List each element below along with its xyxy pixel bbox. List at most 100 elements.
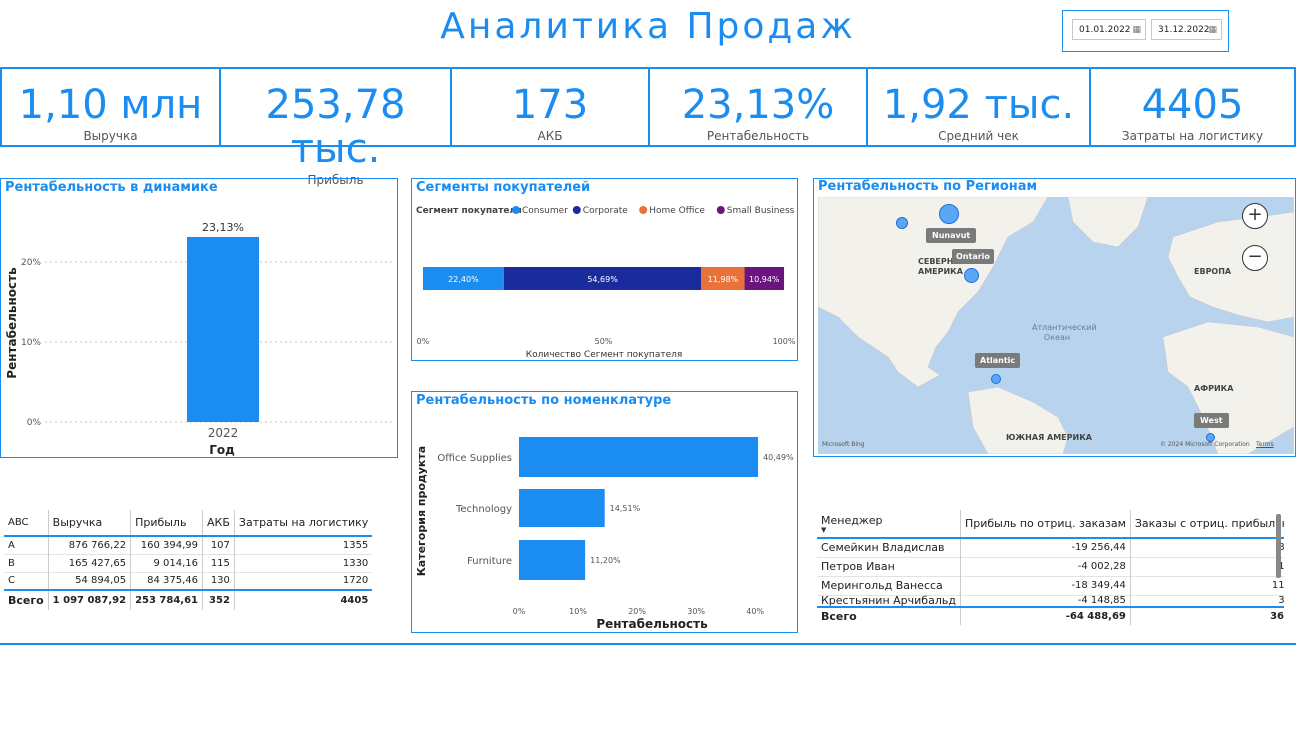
y-axis-label: Категория продукта xyxy=(415,446,428,576)
table-cell: B xyxy=(8,557,15,569)
y-tick-label: 0% xyxy=(27,418,42,428)
column-header[interactable]: Выручка xyxy=(47,510,131,536)
table-row[interactable]: Крестьянин Арчибальд -4 148,85 37 xyxy=(817,595,1284,607)
map-bubble-nunavut[interactable] xyxy=(939,204,959,224)
bar xyxy=(519,540,586,580)
table-cell: -4 148,85 xyxy=(959,595,1131,607)
column-header[interactable]: Менеджер ▼ xyxy=(817,510,960,538)
x-axis-label: Год xyxy=(209,443,235,457)
column-header[interactable]: ABC xyxy=(4,510,48,536)
column-header-label: Менеджер xyxy=(821,514,883,527)
x-tick-label: 2022 xyxy=(208,426,239,440)
table-cell: 83 xyxy=(1129,538,1284,557)
kpi-card-logistics: 4405 Затраты на логистику xyxy=(1089,67,1296,147)
data-label: 23,13% xyxy=(202,221,244,234)
table-row[interactable]: Семейкин Владислав -19 256,44 83 xyxy=(817,538,1284,557)
table-cell: Всего xyxy=(821,610,857,623)
kpi-value: 173 xyxy=(511,82,589,128)
zoom-in-button[interactable]: + xyxy=(1242,203,1268,229)
legend-label: Small Business xyxy=(727,206,795,216)
map-bubble[interactable] xyxy=(896,217,908,229)
bar xyxy=(187,236,259,422)
kpi-card-margin: 23,13% Рентабельность xyxy=(648,67,868,147)
chart-title: Рентабельность по Регионам xyxy=(818,179,1038,194)
date-to-input[interactable]: 31.12.2022 ▦ xyxy=(1151,19,1222,40)
table-cell: -19 256,44 xyxy=(959,538,1131,557)
table-cell: 160 394,99 xyxy=(130,536,203,554)
map-terms-link[interactable]: Terms xyxy=(1256,441,1274,448)
column-header[interactable]: Заказы с отриц. прибылью xyxy=(1129,510,1284,538)
bing-logo: Microsoft Bing xyxy=(822,441,865,448)
kpi-card-revenue: 1,10 млн Выручка xyxy=(0,67,221,147)
table-cell: 352 xyxy=(202,590,235,610)
x-tick-label: 20% xyxy=(628,607,646,616)
table-row[interactable]: Петров Иван -4 002,28 17 xyxy=(817,557,1284,576)
map-bubble-ontario[interactable] xyxy=(964,268,979,283)
table-row[interactable]: Мерингольд Ванесса -18 349,44 114 xyxy=(817,576,1284,595)
x-tick-label: 0% xyxy=(513,607,526,616)
table-cell: 1355 xyxy=(233,536,373,554)
table-cell: C xyxy=(8,575,15,587)
kpi-value: 253,78 тыс. xyxy=(265,82,406,172)
table-row[interactable]: A 876 766,22 160 394,99 107 1355 xyxy=(4,536,373,554)
table-cell: 37 xyxy=(1129,595,1284,607)
sort-descending-icon[interactable]: ▼ xyxy=(821,527,956,534)
table-cell: 4405 xyxy=(233,590,373,610)
legend-label: Consumer xyxy=(522,206,568,216)
map-canvas[interactable]: СЕВЕРНАЯ АМЕРИКА ЕВРОПА Атлантический Ок… xyxy=(818,197,1294,454)
column-header[interactable]: Затраты на логистику xyxy=(233,510,373,536)
column-header[interactable]: Прибыль по отриц. заказам xyxy=(959,510,1131,538)
data-label: 11,20% xyxy=(590,556,621,565)
table-cell: -4 002,28 xyxy=(959,557,1131,576)
table-cell: 1 097 087,92 xyxy=(47,590,131,610)
x-tick-label: 10% xyxy=(569,607,587,616)
column-header[interactable]: АКБ xyxy=(202,510,235,536)
bar xyxy=(519,489,605,527)
table-cell: 876 766,22 xyxy=(47,536,131,554)
map-label-europe: ЕВРОПА xyxy=(1194,267,1232,276)
table-row[interactable]: B 165 427,65 9 014,16 115 1330 xyxy=(4,554,373,572)
kpi-value: 1,10 млн xyxy=(18,82,203,128)
y-tick-label: 10% xyxy=(21,338,41,348)
data-label: 54,69% xyxy=(587,275,618,284)
table-cell: 17 xyxy=(1129,557,1284,576)
column-header[interactable]: Прибыль xyxy=(130,510,203,536)
y-axis-label: Рентабельность xyxy=(5,267,19,379)
category-chart: Категория продукта Рентабельность 40,49%… xyxy=(415,437,794,631)
kpi-card-akb: 173 АКБ xyxy=(450,67,650,147)
kpi-value: 4405 xyxy=(1141,82,1244,128)
bar xyxy=(519,437,759,477)
date-from-input[interactable]: 01.01.2022 ▦ xyxy=(1072,19,1146,40)
y-tick-label: Furniture xyxy=(467,556,512,567)
x-axis-label: Рентабельность xyxy=(596,617,708,631)
panel-region-map: Рентабельность по Регионам СЕВЕРНАЯ АМЕР… xyxy=(813,178,1296,457)
x-tick-label: 50% xyxy=(595,337,613,346)
table-cell: -18 349,44 xyxy=(959,576,1131,595)
kpi-label: Выручка xyxy=(83,129,138,143)
table-cell: 130 xyxy=(202,572,235,590)
table-cell: 165 427,65 xyxy=(47,554,131,572)
legend-label: Home Office xyxy=(649,206,705,216)
y-tick-label: Office Supplies xyxy=(437,453,512,464)
panel-margin-by-category: Рентабельность по номенклатуре Категория… xyxy=(411,391,798,633)
map-bubble-atlantic[interactable] xyxy=(991,374,1001,384)
legend-marker xyxy=(572,206,581,214)
kpi-value: 23,13% xyxy=(681,82,835,128)
table-row[interactable]: C 54 894,05 84 375,46 130 1720 xyxy=(4,572,373,590)
kpi-label: Средний чек xyxy=(938,129,1019,143)
data-label: 40,49% xyxy=(763,453,794,462)
region-tag-nunavut: Nunavut xyxy=(926,228,977,243)
map-label-south-america: ЮЖНАЯ АМЕРИКА xyxy=(1006,433,1092,442)
table-scrollbar[interactable] xyxy=(1276,514,1281,578)
zoom-out-button[interactable]: − xyxy=(1242,245,1268,271)
bottom-divider xyxy=(0,643,1296,645)
kpi-label: Рентабельность xyxy=(706,129,810,143)
region-tag-west: West xyxy=(1194,413,1229,428)
table-cell: 1720 xyxy=(233,572,373,590)
table-cell: 1330 xyxy=(233,554,373,572)
calendar-icon[interactable]: ▦ xyxy=(1132,20,1141,41)
legend-title: Сегмент покупателя xyxy=(416,206,522,216)
x-tick-label: 100% xyxy=(773,337,796,346)
data-label: 10,94% xyxy=(749,275,780,284)
calendar-icon[interactable]: ▦ xyxy=(1208,20,1217,41)
